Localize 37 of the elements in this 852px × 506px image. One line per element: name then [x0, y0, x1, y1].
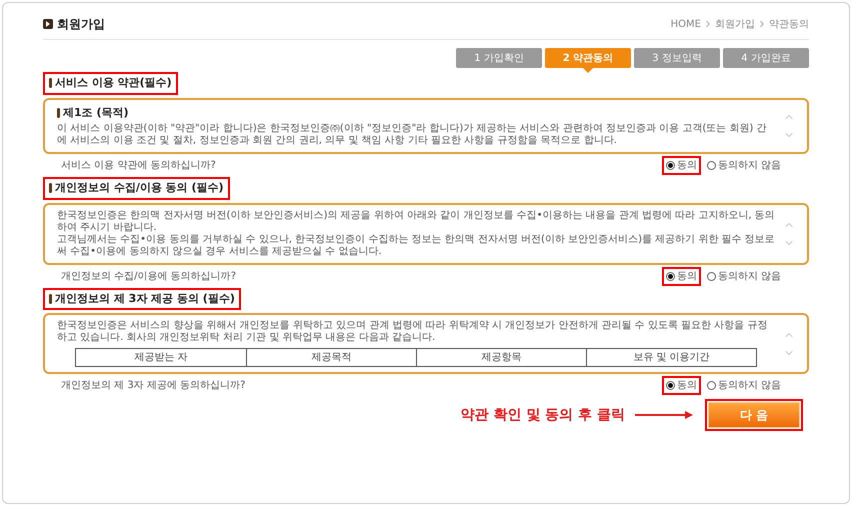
pointer-icon [583, 68, 593, 73]
table-header-cell: 제공항목 [416, 349, 586, 366]
section-title-text: 개인정보의 수집/이용 동의 (필수) [55, 180, 224, 196]
page-title: 회원가입 [57, 16, 105, 33]
terms-text: 한국정보인증은 한의맥 전자서명 버전(이하 보안인증서비스)의 제공을 위하여 아래와 같이 개인정보를 수집•이용하는 내용을 관계 법령에 따라 고지하오니, 동의하여 주시기 바랍니다. [57, 210, 775, 234]
bullet-icon [49, 183, 52, 194]
table-header-cell-text: 제공받는 자 [133, 351, 189, 365]
agree-question: 개인정보의 수집/이용에 동의하십니까? [61, 270, 236, 284]
step-tab[interactable]: 4 가입완료 [723, 48, 809, 68]
breadcrumb-link[interactable]: 회원가입 [715, 16, 755, 32]
table-header-cell: 제공목적 [246, 349, 416, 366]
play-icon [43, 19, 53, 29]
bullet-icon [57, 108, 60, 118]
radio-option[interactable]: 동의하지 않음 [702, 266, 785, 286]
agree-question: 서비스 이용 약관에 동의하십니까? [61, 159, 216, 173]
radio-option[interactable]: 동의하지 않음 [702, 156, 785, 175]
terms-text: 한국정보인증은 서비스의 향상을 위해서 개인정보를 위탁하고 있으며 관계 법령에 따라 위탁계약 시 개인정보가 안전하게 관리될 수 있도록 필요한 사항을 규정하고 있습니다. 회사의 개인정보위탁 처리 기관 및 위탁업무 내용은 다음과 같습니다. [57, 320, 768, 344]
breadcrumb-link[interactable]: HOME [670, 16, 701, 32]
terms-text: 이 서비스 이용약관(이하 "약관"이라 합니다)은 한국정보인증㈜(이하 "정보인증"라 합니다)가 제공하는 서비스와 관련하여 정보인증과 이용 고객(또는 회원) 간에 서비스의 이용 조건 및 절차, 정보인증과 회원 간의 권리, 의무 및 책임 사항 기타 필요한 사항을 규정함을 목적으로 합니다. [57, 123, 768, 147]
radio-option[interactable]: 동의 [662, 156, 701, 175]
agree-question: 개인정보의 제 3자 제공에 동의하십니까? [61, 379, 246, 393]
section-title-text: 개인정보의 제 3자 제공 동의 (필수) [55, 290, 235, 306]
table-header-cell: 보유 및 이용기간 [586, 349, 756, 366]
next-button[interactable]: 다 음 [708, 402, 800, 428]
terms-text: 고객님께서는 수집•이용 동의를 거부하실 수 있으나, 한국정보인증이 수집하는 정보는 한의맥 전자서명 버전(이하 보안인증서비스)를 제공하기 위한 필수 정보로써 수집•이용에 동의하지 않으실 경우 서비스를 제공받으실 수 없습니다. [57, 234, 775, 258]
breadcrumb-link[interactable]: 약관동의 [769, 16, 809, 32]
section-title-text: 서비스 이용 약관(필수) [55, 75, 172, 91]
radio-option[interactable]: 동의 [662, 376, 701, 395]
bullet-icon [49, 294, 52, 304]
step-tab[interactable]: 3 정보입력 [634, 48, 720, 68]
instruction-text: 약관 확인 및 동의 후 클릭 [460, 406, 625, 424]
arrow-icon [635, 410, 695, 420]
article-heading: 제1조 (목적) [63, 104, 129, 120]
radio-option[interactable]: 동의하지 않음 [702, 376, 785, 395]
step-tab[interactable]: 1 가입확인 [456, 48, 542, 68]
radio-option[interactable]: 동의 [662, 266, 701, 286]
bullet-icon [49, 78, 52, 88]
